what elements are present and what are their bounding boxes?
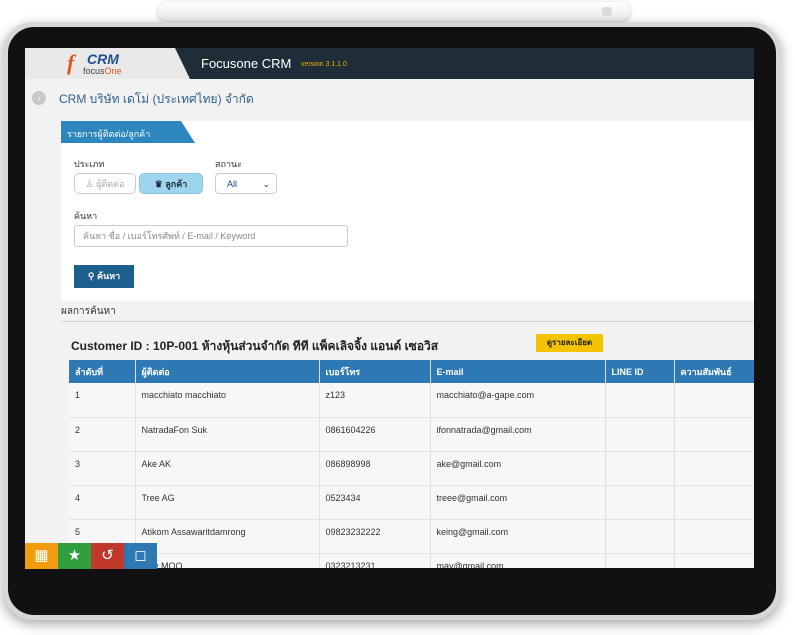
contacts-table: ลำดับที่ ผู้ติดต่อ เบอร์โทร E-mail LINE … [69, 360, 754, 568]
cell-phone: 0323213231 [319, 553, 431, 568]
cell-contact: Atikom Assawaritdamrong [135, 519, 320, 554]
contact-type-button[interactable]: ♙ ผู้ติดต่อ [74, 173, 136, 194]
cell-contact: Ake AK [135, 451, 320, 486]
users-icon: ♛ [154, 179, 163, 189]
stylus-tip [602, 7, 612, 16]
contact-type-label: ผู้ติดต่อ [96, 179, 125, 189]
logo-letter: f [67, 50, 75, 75]
search-input[interactable]: ค้นหา ชื่อ / เบอร์โทรศัพท์ / E-mail / Ke… [74, 225, 348, 247]
table-row[interactable]: 3 Ake AK 086898998 ake@gmail.com [69, 451, 754, 486]
cell-email: macchiato@a-gape.com [430, 383, 606, 418]
divider [61, 321, 754, 322]
table-row[interactable]: 6 May MOO 0323213231 may@gmail.com [69, 553, 754, 568]
user-icon: ♙ [85, 179, 94, 189]
result-label: ผลการค้นหา [61, 306, 116, 317]
cell-no: 4 [69, 485, 136, 520]
cell-line-id [605, 383, 675, 418]
cell-no: 2 [69, 417, 136, 452]
cell-email: ifonnatrada@gmail.com [430, 417, 606, 452]
status-value: All [227, 179, 238, 189]
type-label: ประเภท [74, 159, 105, 169]
status-label: สถานะ [215, 159, 242, 169]
cell-line-id [605, 417, 675, 452]
app-screen: f CRM focusOne Focusone CRM version 3.1.… [25, 48, 754, 568]
cell-relation [674, 383, 754, 418]
cell-email: may@gmail.com [430, 553, 606, 568]
cell-relation [674, 519, 754, 554]
customer-title: Customer ID : 10P-001 ห้างหุ้นส่วนจำกัด … [71, 339, 439, 353]
top-bar: f CRM focusOne Focusone CRM version 3.1.… [25, 48, 754, 79]
cell-no: 3 [69, 451, 136, 486]
history-button[interactable]: ↺ [91, 543, 124, 569]
cell-line-id [605, 451, 675, 486]
cell-no: 1 [69, 383, 136, 418]
customer-type-label: ลูกค้า [165, 179, 188, 189]
col-header-phone[interactable]: เบอร์โทร [319, 360, 431, 383]
cell-contact: May MOO [135, 553, 320, 568]
cell-line-id [605, 485, 675, 520]
quick-dock: ▦ ★ ↺ ◻ [25, 543, 157, 569]
app-title: Focusone CRM [201, 56, 292, 71]
chevron-down-icon: ⌄ [262, 179, 270, 189]
col-header-line-id[interactable]: LINE ID [605, 360, 675, 383]
grid-menu-button[interactable]: ▦ [25, 543, 58, 569]
cell-email: keing@gmail.com [430, 519, 606, 554]
table-row[interactable]: 4 Tree AG 0523434 treee@gmail.com [69, 485, 754, 520]
customer-type-button[interactable]: ♛ ลูกค้า [139, 173, 203, 194]
cell-relation [674, 553, 754, 568]
cell-line-id [605, 519, 675, 554]
logo-subtitle: focusOne [83, 66, 122, 76]
stylus [158, 2, 630, 21]
search-icon: ⚲ [87, 271, 95, 281]
detail-button[interactable]: ดูรายละเอียด [536, 334, 603, 352]
logo-sub-a: focus [83, 66, 105, 76]
sidebar-toggle-button[interactable]: › [32, 91, 46, 105]
col-header-no[interactable]: ลำดับที่ [69, 360, 136, 383]
chevron-right-icon: › [37, 93, 41, 103]
history-icon: ↺ [101, 547, 114, 564]
company-title: CRM บริษัท เดโม่ (ประเทศไทย) จำกัด [59, 92, 254, 106]
logo[interactable]: f CRM focusOne [25, 48, 190, 79]
search-panel: รายการผู้ติดต่อ/ลูกค้า ประเภท ♙ ผู้ติดต่… [61, 121, 754, 301]
cell-phone: 0523434 [319, 485, 431, 520]
cell-relation [674, 485, 754, 520]
search-label: ค้นหา [74, 211, 98, 221]
table-row[interactable]: 5 Atikom Assawaritdamrong 09823232222 ke… [69, 519, 754, 554]
grid-icon: ▦ [34, 547, 49, 564]
search-button-label: ค้นหา [96, 271, 121, 281]
col-header-relation[interactable]: ความสัมพันธ์ [674, 360, 754, 383]
cell-relation [674, 417, 754, 452]
logo-crm: CRM [87, 51, 119, 67]
col-header-contact[interactable]: ผู้ติดต่อ [135, 360, 320, 383]
cell-relation [674, 451, 754, 486]
table-row[interactable]: 1 macchiato macchiato z123 macchiato@a-g… [69, 383, 754, 418]
app-version: version 3.1.1.0 [301, 61, 347, 68]
favorites-button[interactable]: ★ [58, 543, 91, 569]
star-icon: ★ [67, 547, 82, 564]
cell-contact: macchiato macchiato [135, 383, 320, 418]
cell-contact: Tree AG [135, 485, 320, 520]
status-select[interactable]: All ⌄ [215, 173, 277, 194]
panel-tab-label: รายการผู้ติดต่อ/ลูกค้า [67, 129, 151, 139]
search-button[interactable]: ⚲ ค้นหา [74, 265, 134, 288]
col-header-email[interactable]: E-mail [430, 360, 606, 383]
table-header-row: ลำดับที่ ผู้ติดต่อ เบอร์โทร E-mail LINE … [69, 360, 754, 383]
logo-sub-b: One [104, 66, 122, 76]
panel-tab[interactable]: รายการผู้ติดต่อ/ลูกค้า [61, 121, 195, 143]
cell-phone: 09823232222 [319, 519, 431, 554]
cell-line-id [605, 553, 675, 568]
cell-email: ake@gmail.com [430, 451, 606, 486]
note-icon: ◻ [134, 547, 147, 564]
cell-contact: NatradaFon Suk [135, 417, 320, 452]
cell-email: treee@gmail.com [430, 485, 606, 520]
notes-button[interactable]: ◻ [124, 543, 157, 569]
customer-header: Customer ID : 10P-001 ห้างหุ้นส่วนจำกัด … [61, 332, 754, 360]
cell-phone: 0861604226 [319, 417, 431, 452]
cell-phone: 086898998 [319, 451, 431, 486]
table-row[interactable]: 2 NatradaFon Suk 0861604226 ifonnatrada@… [69, 417, 754, 452]
cell-phone: z123 [319, 383, 431, 418]
